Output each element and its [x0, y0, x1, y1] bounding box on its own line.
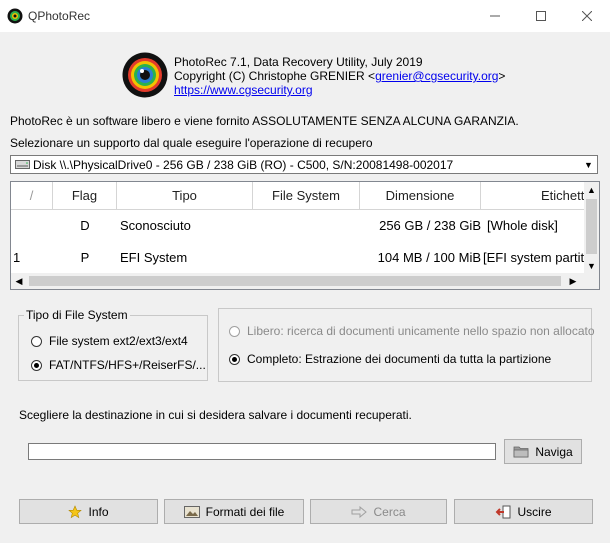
copyright-suffix: >: [498, 69, 506, 83]
file-formats-button[interactable]: Formati dei file: [164, 499, 304, 524]
cell-flag: P: [80, 250, 90, 265]
copyright-line: Copyright (C) Christophe GRENIER <grenie…: [174, 69, 505, 83]
table-row[interactable]: 1 P EFI System 104 MB / 100 MiB [EFI sys…: [11, 243, 585, 273]
destination-prompt: Scegliere la destinazione in cui si desi…: [19, 408, 412, 422]
copyright-text: Copyright (C) Christophe GRENIER <: [174, 69, 376, 83]
photorec-logo-icon: [122, 52, 168, 98]
cell-type: Sconosciuto: [120, 218, 191, 233]
cell-type: EFI System: [120, 250, 188, 265]
license-text: PhotoRec è un software libero e viene fo…: [10, 114, 519, 128]
cell-size: 256 GB / 238 GiB: [379, 218, 481, 233]
exit-button[interactable]: Uscire: [454, 499, 593, 524]
title-bar: QPhotoRec: [0, 0, 610, 32]
version-line: PhotoRec 7.1, Data Recovery Utility, Jul…: [174, 55, 423, 69]
browse-button[interactable]: Naviga: [504, 439, 582, 464]
about-text: PhotoRec 7.1, Data Recovery Utility, Jul…: [174, 55, 505, 97]
browse-button-label: Naviga: [535, 444, 573, 459]
app-logo-icon: [7, 8, 23, 24]
column-header-size[interactable]: Dimensione: [360, 182, 481, 209]
disk-select[interactable]: Disk \\.\PhysicalDrive0 - 256 GB / 238 G…: [10, 155, 598, 174]
table-row[interactable]: D Sconosciuto 256 GB / 238 GiB [Whole di…: [11, 211, 585, 241]
window-title: QPhotoRec: [28, 9, 91, 23]
info-button-label: Info: [88, 504, 109, 519]
vertical-scrollbar[interactable]: ▲ ▼: [584, 182, 599, 273]
image-file-icon: [183, 505, 200, 518]
column-header-num[interactable]: /: [11, 182, 53, 209]
select-media-text: Selezionare un supporto dal quale esegui…: [10, 136, 373, 150]
email-link[interactable]: grenier@cgsecurity.org: [375, 69, 498, 83]
exit-button-label: Uscire: [517, 504, 552, 519]
cell-label: [Whole disk]: [487, 218, 558, 233]
search-button: Cerca: [310, 499, 447, 524]
scan-mode-group: [218, 308, 592, 382]
hard-disk-icon: [15, 160, 30, 169]
fs-ext-label[interactable]: File system ext2/ext3/ext4: [49, 334, 188, 348]
info-button[interactable]: Info: [19, 499, 158, 524]
maximize-icon: [536, 11, 546, 21]
vertical-scroll-thumb[interactable]: [586, 199, 597, 254]
scroll-right-icon[interactable]: ▶: [565, 273, 581, 289]
star-icon: [68, 504, 83, 518]
horizontal-scrollbar[interactable]: ◀ ▶: [11, 273, 599, 289]
maximize-button[interactable]: [518, 0, 564, 32]
cell-flag: D: [80, 218, 90, 233]
column-header-filesystem[interactable]: File System: [253, 182, 360, 209]
table-header: / Flag Tipo File System Dimensione Etich…: [11, 182, 585, 210]
search-button-label: Cerca: [373, 504, 406, 519]
scan-free-radio: [229, 326, 240, 337]
fs-type-group-title: Tipo di File System: [24, 308, 130, 322]
column-header-type[interactable]: Tipo: [117, 182, 253, 209]
scan-whole-radio[interactable]: [229, 354, 240, 365]
column-header-label[interactable]: Etichetta: [481, 182, 585, 209]
horizontal-scroll-thumb[interactable]: [29, 276, 561, 286]
scroll-left-icon[interactable]: ◀: [11, 273, 27, 289]
file-formats-button-label: Formati dei file: [205, 504, 285, 519]
scan-free-label: Libero: ricerca di documenti unicamente …: [247, 324, 595, 338]
partition-table[interactable]: / Flag Tipo File System Dimensione Etich…: [10, 181, 600, 290]
cell-size: 104 MB / 100 MiB: [377, 250, 481, 265]
destination-input[interactable]: [28, 443, 496, 460]
chevron-down-icon[interactable]: ▼: [581, 157, 596, 172]
fs-ext-radio[interactable]: [31, 336, 42, 347]
disk-select-value: Disk \\.\PhysicalDrive0 - 256 GB / 238 G…: [33, 158, 454, 172]
scan-whole-label[interactable]: Completo: Estrazione dei documenti da tu…: [247, 352, 551, 366]
scroll-down-icon[interactable]: ▼: [584, 258, 599, 273]
minimize-icon: [490, 15, 500, 17]
cell-label: [EFI system partition]: [483, 250, 585, 265]
cell-num: 1: [13, 250, 21, 265]
exit-door-icon: [496, 505, 511, 518]
folder-icon: [513, 446, 529, 458]
fs-fat-radio[interactable]: [31, 360, 42, 371]
website-link[interactable]: https://www.cgsecurity.org: [174, 83, 313, 97]
close-button[interactable]: [564, 0, 610, 32]
scroll-up-icon[interactable]: ▲: [584, 182, 599, 197]
close-icon: [582, 11, 592, 21]
minimize-button[interactable]: [472, 0, 518, 32]
fs-fat-label[interactable]: FAT/NTFS/HFS+/ReiserFS/...: [49, 358, 206, 372]
column-header-flag[interactable]: Flag: [53, 182, 117, 209]
arrow-right-icon: [351, 505, 368, 518]
